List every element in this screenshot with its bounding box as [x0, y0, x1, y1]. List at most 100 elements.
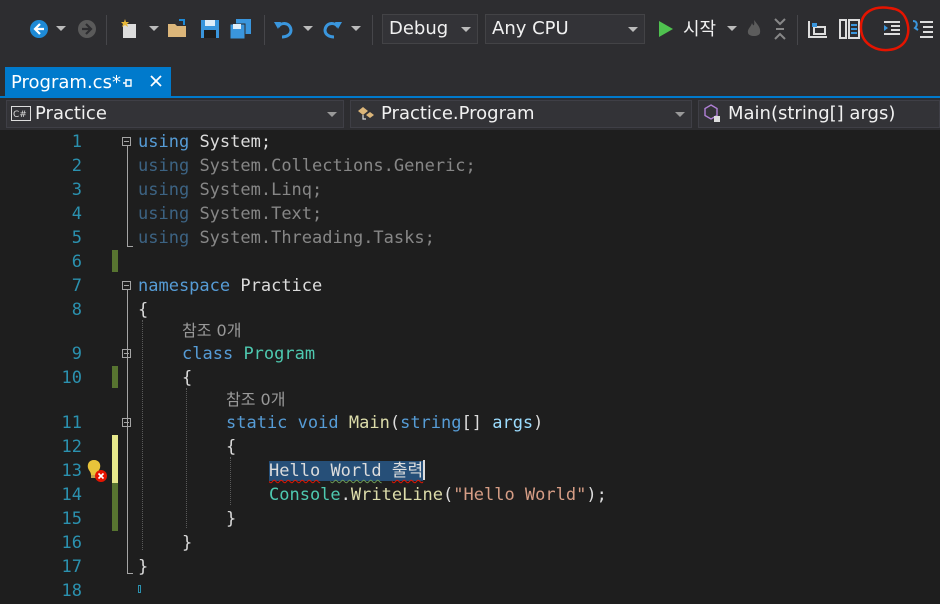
code-line-17: } — [138, 557, 149, 577]
platform-value: Any CPU — [492, 18, 569, 39]
outline-end — [127, 246, 133, 247]
redo-dropdown-icon[interactable] — [350, 16, 362, 42]
project-name: Practice — [35, 103, 107, 124]
indent-icon[interactable] — [880, 16, 904, 42]
lightbulb-error-icon[interactable] — [86, 459, 108, 483]
code-line-11: static void Main(string[] args) — [226, 413, 544, 433]
tab-title: Program.cs* — [11, 72, 121, 93]
codelens-references[interactable]: 참조 0개 — [182, 320, 241, 342]
close-icon[interactable] — [149, 74, 163, 88]
svg-text:C#: C# — [13, 110, 27, 120]
menu-strip — [0, 0, 940, 7]
code-line-10: { — [182, 368, 193, 388]
undo-icon[interactable] — [272, 16, 296, 42]
run-icon[interactable] — [656, 16, 676, 42]
open-folder-icon[interactable] — [166, 16, 190, 42]
code-line-16: } — [182, 533, 193, 553]
code-line-7: namespace Practice — [138, 276, 323, 296]
configuration-value: Debug — [389, 18, 449, 39]
toolbar: Debug Any CPU 시작 — [0, 7, 940, 52]
line-number: 5 — [71, 228, 82, 248]
back-arrow-icon[interactable] — [28, 16, 50, 42]
indent-guide — [186, 388, 187, 528]
project-dropdown[interactable]: C# Practice — [6, 100, 344, 128]
save-icon[interactable] — [198, 16, 222, 42]
code-editor[interactable]: 1 2 3 4 5 6 7 8 9 10 11 12 13 14 15 16 1… — [0, 130, 940, 604]
undo-dropdown-icon[interactable] — [302, 16, 314, 42]
save-all-icon[interactable] — [228, 16, 254, 42]
toolbox-icon[interactable] — [806, 16, 830, 42]
new-dropdown-icon[interactable] — [148, 16, 160, 42]
code-line-12: { — [226, 437, 237, 457]
document-tab-strip: Program.cs* — [0, 52, 940, 98]
line-number: 4 — [71, 204, 82, 224]
change-marker — [112, 483, 118, 531]
toolbar-separator — [797, 15, 798, 45]
indent-guide — [230, 457, 231, 505]
navigation-bar: C# Practice Practice.Program Main(string… — [0, 98, 940, 130]
line-number: 12 — [61, 437, 82, 457]
chevron-down-icon — [675, 112, 685, 117]
code-line-4: using System.Text; — [138, 204, 323, 224]
class-icon — [358, 107, 374, 120]
code-line-14: Console.WriteLine("Hello World"); — [269, 485, 607, 505]
line-number: 18 — [61, 581, 82, 601]
configuration-dropdown[interactable]: Debug — [382, 14, 478, 44]
method-icon — [704, 104, 720, 122]
line-number: 1 — [71, 132, 82, 152]
end-of-file-marker — [138, 585, 141, 593]
member-dropdown[interactable]: Main(string[] args) — [698, 100, 940, 128]
line-number: 17 — [61, 557, 82, 577]
start-button-label[interactable]: 시작 — [683, 16, 716, 44]
code-line-5: using System.Threading.Tasks; — [138, 228, 435, 248]
comment-icon[interactable] — [910, 16, 936, 42]
code-line-3: using System.Linq; — [138, 180, 323, 200]
hot-reload-icon[interactable] — [744, 16, 764, 42]
change-marker — [112, 435, 118, 483]
chevron-down-icon — [628, 27, 638, 32]
code-line-8: { — [138, 300, 149, 320]
chevron-down-icon — [461, 27, 471, 32]
code-line-9: class Program — [182, 344, 316, 364]
outline-end — [127, 573, 133, 574]
csharp-file-icon: C# — [11, 106, 31, 121]
pin-icon[interactable] — [122, 77, 134, 89]
line-number: 16 — [61, 533, 82, 553]
outline-line — [127, 290, 128, 573]
class-dropdown[interactable]: Practice.Program — [350, 100, 692, 128]
line-number: 10 — [61, 368, 82, 388]
toolbar-separator — [372, 15, 373, 45]
line-number: 9 — [71, 344, 82, 364]
collapse-icon[interactable] — [122, 281, 131, 290]
text-caret — [423, 460, 426, 480]
line-number: 14 — [61, 485, 82, 505]
line-number: 7 — [71, 276, 82, 296]
collapse-icon[interactable] — [122, 137, 131, 146]
change-marker — [112, 366, 118, 388]
back-dropdown-icon[interactable] — [55, 16, 67, 42]
forward-arrow-icon[interactable] — [76, 16, 98, 42]
indent-guide — [142, 320, 143, 550]
redo-icon[interactable] — [320, 16, 344, 42]
member-name: Main(string[] args) — [728, 103, 896, 124]
line-number: 15 — [61, 509, 82, 529]
tab-program-cs[interactable]: Program.cs* — [5, 67, 171, 98]
code-line-15: } — [226, 509, 237, 529]
chevron-down-icon — [327, 112, 337, 117]
collapse-icon[interactable] — [122, 349, 131, 358]
class-diagram-icon[interactable] — [838, 16, 862, 42]
line-number: 2 — [71, 156, 82, 176]
code-line-13: Hello World 출력 — [269, 460, 426, 481]
class-name: Practice.Program — [381, 103, 535, 124]
outline-line — [127, 146, 128, 246]
new-project-icon[interactable] — [118, 16, 142, 42]
change-marker — [112, 250, 118, 272]
line-number: 13 — [61, 461, 82, 481]
line-number: 6 — [71, 252, 82, 272]
collapse-icon[interactable] — [122, 418, 131, 427]
step-icon[interactable] — [771, 16, 789, 42]
line-number: 8 — [71, 300, 82, 320]
platform-dropdown[interactable]: Any CPU — [485, 14, 645, 44]
start-dropdown-icon[interactable] — [726, 16, 738, 42]
codelens-references[interactable]: 참조 0개 — [226, 389, 285, 411]
